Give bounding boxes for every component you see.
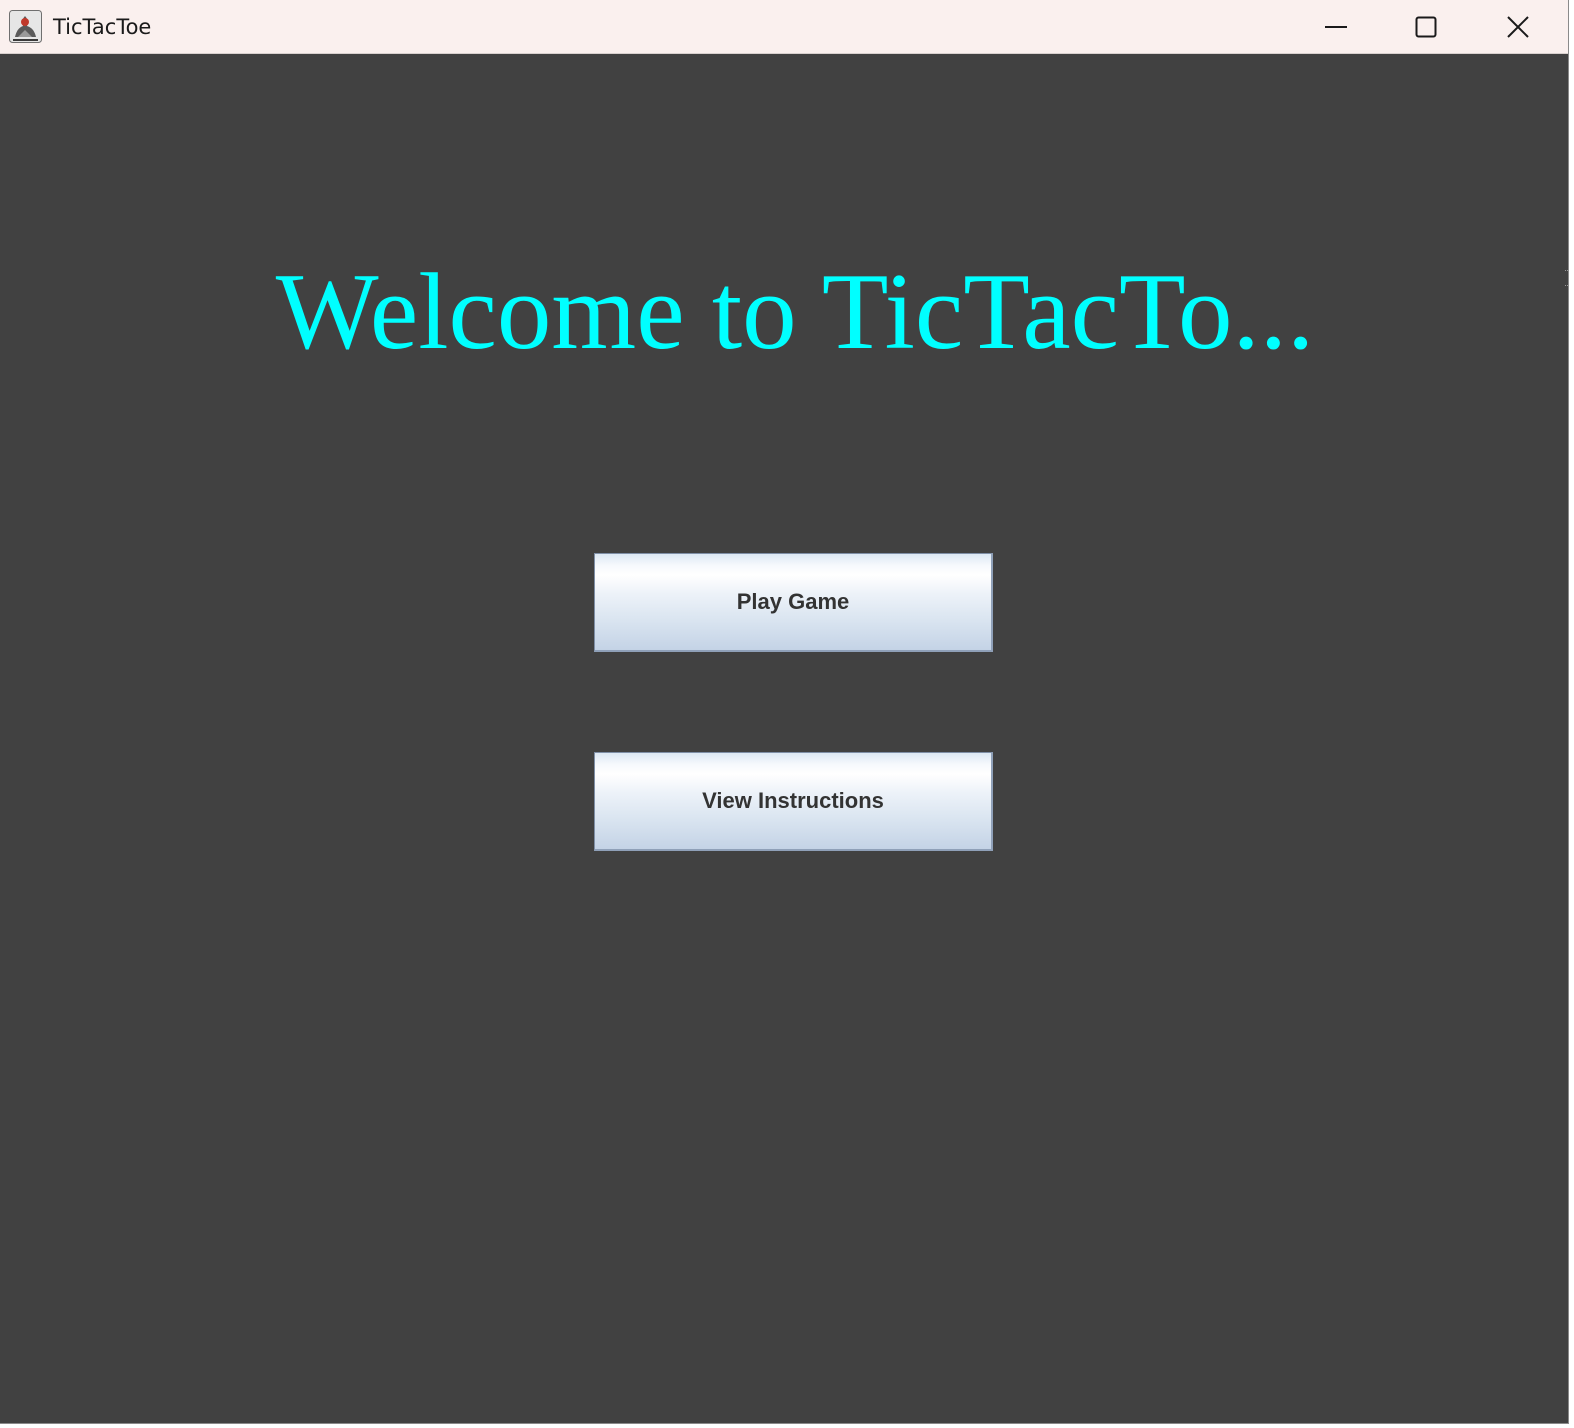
resize-grip[interactable]: [1565, 270, 1568, 286]
minimize-icon: [1325, 25, 1347, 29]
title-bar[interactable]: TicTacToe: [0, 0, 1568, 54]
app-window: TicTacToe Welcome to TicTacTo... Play Ga…: [0, 0, 1569, 1424]
view-instructions-button[interactable]: View Instructions: [594, 752, 993, 851]
java-app-icon[interactable]: [9, 10, 42, 43]
play-game-button[interactable]: Play Game: [594, 553, 993, 652]
close-button[interactable]: [1473, 0, 1563, 54]
minimize-button[interactable]: [1291, 0, 1381, 54]
window-title: TicTacToe: [53, 15, 152, 39]
maximize-icon: [1415, 16, 1437, 38]
maximize-button[interactable]: [1381, 0, 1471, 54]
main-panel: Welcome to TicTacTo... Play Game View In…: [0, 55, 1568, 1423]
close-icon: [1507, 16, 1529, 38]
welcome-heading: Welcome to TicTacTo...: [275, 251, 1315, 372]
